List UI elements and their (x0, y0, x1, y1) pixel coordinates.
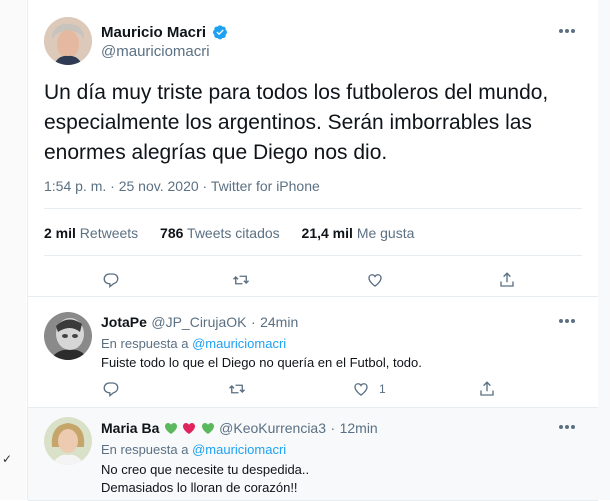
in-reply-prefix: En respuesta a (101, 442, 189, 457)
more-options-icon[interactable] (558, 28, 576, 34)
tweet-stats: 2 mil Retweets 786 Tweets citados 21,4 m… (44, 225, 432, 241)
reply-author-handle[interactable]: @KeoKurrencia3 (219, 420, 326, 436)
tweet-date[interactable]: 25 nov. 2020 (119, 178, 199, 194)
reply-text: No creo que necesite tu despedida.. Dema… (101, 461, 309, 497)
in-reply-mention-link[interactable]: @mauriciomacri (192, 336, 286, 351)
divider (44, 255, 582, 256)
likes-count: 21,4 mil (301, 225, 353, 241)
pink-heart-emoji-icon (183, 423, 196, 435)
reply-text-line: Fuiste todo lo que el Diego no quería en… (101, 355, 422, 370)
more-options-icon[interactable] (558, 424, 576, 430)
tweet-text-line: Un día muy triste para todos los futbole… (44, 81, 549, 104)
green-heart-emoji-icon (201, 423, 214, 435)
verified-badge-icon (213, 25, 227, 40)
meta-separator: · (202, 178, 208, 194)
retweet-button[interactable] (232, 270, 252, 290)
avatar-bw-photo-icon (44, 312, 92, 360)
quotes-count: 786 (160, 225, 184, 241)
share-icon (500, 272, 514, 287)
tweet-text: Un día muy triste para todos los futbole… (44, 78, 584, 168)
main-tweet: Mauricio Macri @mauriciomacri Un día muy… (28, 0, 598, 297)
avatar[interactable] (44, 417, 92, 465)
reply-time[interactable]: 24min (260, 314, 298, 330)
retweets-stat[interactable]: 2 mil Retweets (44, 225, 138, 241)
reply-button[interactable] (102, 270, 122, 290)
meta-separator: · (110, 178, 115, 194)
tweet-text-line: especialmente los argentinos. Serán imbo… (44, 111, 532, 134)
quotes-label: Tweets citados (187, 225, 280, 241)
tweet-text-line: enormes alegrías que Diego nos dio. (44, 141, 388, 164)
reply-author-name[interactable]: Maria Ba (101, 420, 159, 436)
like-button[interactable] (352, 379, 372, 399)
reply-author-handle[interactable]: @JP_CirujaOK (151, 314, 246, 330)
like-count: 1 (379, 382, 386, 396)
reply-tweet[interactable]: JotaPe @JP_CirujaOK · 24min En respuesta… (28, 297, 598, 408)
like-button[interactable] (366, 270, 386, 290)
quote-tweets-stat[interactable]: 786 Tweets citados (160, 225, 280, 241)
heart-icon (354, 383, 368, 396)
reply-text: Fuiste todo lo que el Diego no quería en… (101, 354, 422, 372)
right-edge-panel (598, 0, 610, 500)
tweet-time[interactable]: 1:54 p. m. (44, 178, 106, 194)
checkmark-icon: ✓ (2, 452, 13, 466)
screenshot-stage: ✓ Mauricio Macri @mauriciomacri Un día m… (0, 0, 610, 501)
heart-icon (368, 274, 382, 287)
tweet-meta: 1:54 p. m. · 25 nov. 2020 · Twitter for … (44, 178, 320, 194)
author-handle[interactable]: @mauriciomacri (101, 43, 210, 60)
avatar-portrait-icon (44, 17, 92, 65)
tweet-thread: Mauricio Macri @mauriciomacri Un día muy… (27, 0, 599, 501)
retweet-button[interactable] (228, 379, 248, 399)
retweets-label: Retweets (79, 225, 139, 241)
green-heart-emoji-icon (164, 423, 177, 435)
meta-separator: · (330, 420, 336, 436)
more-options-icon[interactable] (558, 318, 576, 324)
in-reply-to: En respuesta a @mauriciomacri (101, 442, 286, 457)
reply-icon (103, 273, 119, 288)
reply-time[interactable]: 12min (340, 420, 378, 436)
reply-tweet[interactable]: Maria Ba @KeoKurrencia3 · 12min En respu… (28, 408, 598, 501)
share-icon (480, 381, 494, 396)
meta-separator: · (250, 314, 256, 330)
reply-header: Maria Ba @KeoKurrencia3 · 12min (101, 420, 378, 438)
retweet-icon (233, 275, 249, 285)
in-reply-prefix: En respuesta a (101, 336, 189, 351)
reply-text-line: No creo que necesite tu despedida.. (101, 462, 310, 477)
reply-header: JotaPe @JP_CirujaOK · 24min (101, 314, 298, 332)
retweets-count: 2 mil (44, 225, 76, 241)
reply-text-line: Demasiados lo lloran de corazón!! (101, 480, 298, 495)
likes-label: Me gusta (356, 225, 415, 241)
avatar-photo-icon (44, 417, 92, 465)
avatar[interactable] (44, 17, 92, 65)
reply-button[interactable] (102, 379, 122, 399)
author-name[interactable]: Mauricio Macri (101, 24, 206, 41)
reply-icon (103, 382, 119, 397)
divider (44, 208, 582, 209)
left-edge-panel: ✓ (0, 0, 26, 500)
in-reply-to: En respuesta a @mauriciomacri (101, 336, 286, 351)
share-button[interactable] (498, 270, 518, 290)
likes-stat[interactable]: 21,4 mil Me gusta (302, 225, 415, 241)
avatar[interactable] (44, 312, 92, 360)
share-button[interactable] (478, 379, 498, 399)
in-reply-mention-link[interactable]: @mauriciomacri (192, 442, 286, 457)
reply-author-name[interactable]: JotaPe (101, 314, 147, 330)
retweet-icon (229, 384, 245, 394)
tweet-source[interactable]: Twitter for iPhone (211, 178, 320, 194)
